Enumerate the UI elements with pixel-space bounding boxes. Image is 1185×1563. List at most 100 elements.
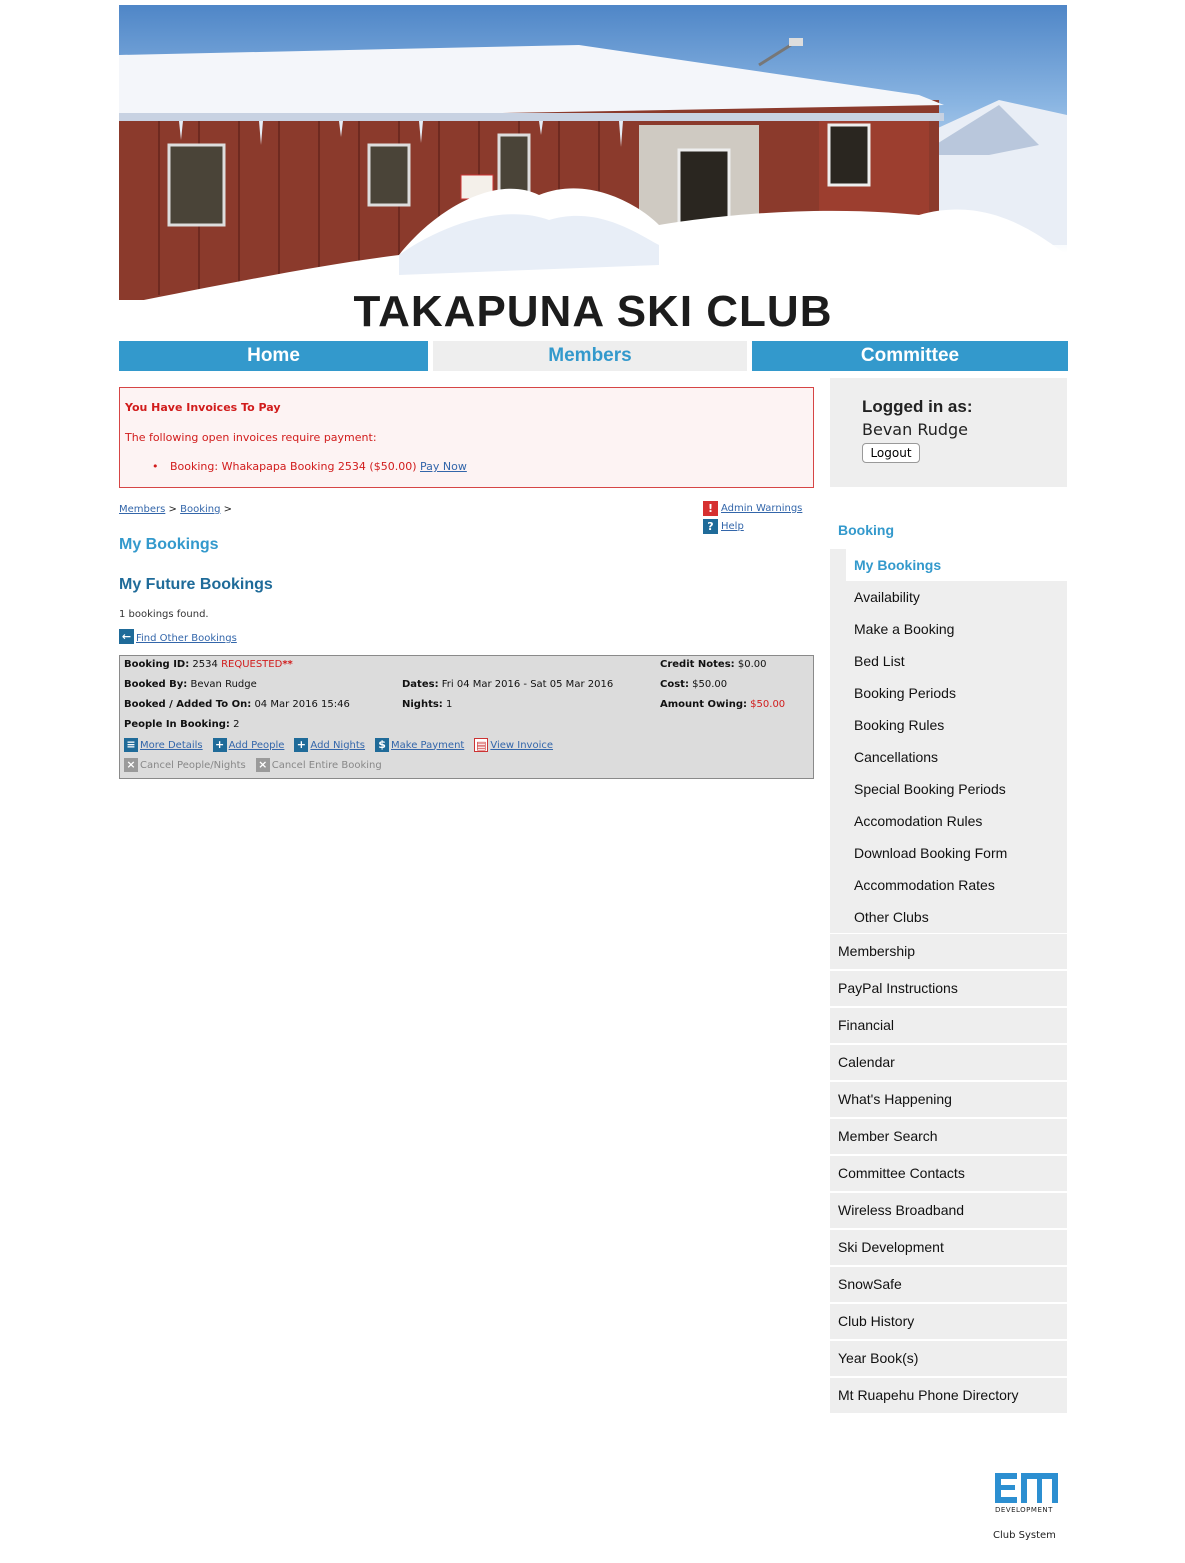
breadcrumb-booking-link[interactable]: Booking (180, 504, 220, 515)
sidebar-item-what-s-happening[interactable]: What's Happening (830, 1082, 1067, 1117)
admin-warnings-link[interactable]: Admin Warnings (721, 503, 802, 514)
pay-now-link[interactable]: Pay Now (420, 460, 467, 473)
add-people-button[interactable]: + Add People (212, 738, 285, 752)
bookings-found-count: 1 bookings found. (119, 609, 209, 620)
nav-tab-members[interactable]: Members (433, 341, 747, 371)
document-icon: ≡ (124, 738, 138, 752)
invoice-alert-title: You Have Invoices To Pay (125, 401, 281, 414)
more-details-link[interactable]: More Details (140, 740, 203, 751)
amount-owing: Amount Owing: $50.00 (660, 699, 785, 710)
breadcrumb-separator: > (168, 504, 177, 515)
sidebar-item-club-history[interactable]: Club History (830, 1304, 1067, 1339)
sidebar-subitem-make-a-booking[interactable]: Make a Booking (846, 613, 1067, 645)
sidebar-subitem-download-booking-form[interactable]: Download Booking Form (846, 837, 1067, 869)
cancel-entire-booking-button[interactable]: × Cancel Entire Booking (255, 758, 382, 772)
credit-value: $0.00 (737, 659, 767, 670)
nav-tab-committee[interactable]: Committee (752, 341, 1068, 371)
booking-id-value: 2534 (192, 659, 218, 670)
add-nights-button[interactable]: + Add Nights (294, 738, 365, 752)
sidebar-subitem-accommodation-rates[interactable]: Accommodation Rates (846, 869, 1067, 901)
nav-tab-home[interactable]: Home (119, 341, 428, 371)
booked-by-label: Booked By: (124, 679, 188, 690)
invoice-alert-text: The following open invoices require paym… (125, 431, 377, 444)
more-details-button[interactable]: ≡ More Details (124, 738, 203, 752)
people-in-booking: People In Booking: 2 (124, 719, 239, 730)
sidebar-subitem-booking-periods[interactable]: Booking Periods (846, 677, 1067, 709)
find-other-bookings-link[interactable]: Find Other Bookings (136, 633, 237, 644)
sidebar-heading-booking[interactable]: Booking (838, 522, 894, 538)
owing-label: Amount Owing: (660, 699, 747, 710)
booking-status-mark: ** (282, 659, 293, 670)
sidebar-subitem-cancellations[interactable]: Cancellations (846, 741, 1067, 773)
sidebar-item-membership[interactable]: Membership (830, 934, 1067, 969)
find-other-bookings[interactable]: ← Find Other Bookings (119, 629, 237, 644)
booking-cost: Cost: $50.00 (660, 679, 727, 690)
sidebar-item-paypal-instructions[interactable]: PayPal Instructions (830, 971, 1067, 1006)
booking-status: REQUESTED (221, 659, 283, 670)
make-payment-link[interactable]: Make Payment (391, 740, 464, 751)
booking-card: Booking ID: 2534 REQUESTED** Booked By: … (119, 655, 814, 779)
sidebar-item-calendar[interactable]: Calendar (830, 1045, 1067, 1080)
booking-id-label: Booking ID: (124, 659, 190, 670)
warning-icon: ! (703, 500, 718, 516)
cost-label: Cost: (660, 679, 689, 690)
admin-warnings-row[interactable]: ! Admin Warnings (703, 499, 802, 517)
sidebar-item-member-search[interactable]: Member Search (830, 1119, 1067, 1154)
add-nights-link[interactable]: Add Nights (310, 740, 365, 751)
cancel-people-nights-button[interactable]: × Cancel People/Nights (124, 758, 246, 772)
plus-icon: + (212, 738, 227, 752)
page-title: My Bookings (119, 536, 219, 553)
booking-actions: ≡ More Details + Add People + Add Nights… (124, 738, 563, 752)
header-banner: TAKAPUNA SKI CLUB (119, 5, 1067, 336)
people-label: People In Booking: (124, 719, 230, 730)
credit-label: Credit Notes: (660, 659, 735, 670)
booking-nights: Nights: 1 (402, 699, 452, 710)
view-invoice-button[interactable]: ▤ View Invoice (474, 738, 553, 752)
make-payment-button[interactable]: $ Make Payment (375, 738, 464, 752)
sidebar-item-year-book-s[interactable]: Year Book(s) (830, 1341, 1067, 1376)
breadcrumb: Members > Booking > (119, 504, 232, 515)
invoice-item-text: Booking: Whakapapa Booking 2534 ($50.00) (170, 460, 417, 473)
banner-title: TAKAPUNA SKI CLUB (353, 287, 833, 336)
dates-value: Fri 04 Mar 2016 - Sat 05 Mar 2016 (441, 679, 614, 690)
sidebar-subitem-other-clubs[interactable]: Other Clubs (846, 901, 1067, 933)
sidebar-subitem-special-booking-periods[interactable]: Special Booking Periods (846, 773, 1067, 805)
sidebar-subitem-booking-rules[interactable]: Booking Rules (846, 709, 1067, 741)
sidebar-subitem-accomodation-rules[interactable]: Accomodation Rules (846, 805, 1067, 837)
sidebar-item-mt-ruapehu-phone-directory[interactable]: Mt Ruapehu Phone Directory (830, 1378, 1067, 1413)
cancel-entire-booking-label: Cancel Entire Booking (271, 759, 382, 771)
credit-notes: Credit Notes: $0.00 (660, 659, 766, 670)
sidebar-item-snowsafe[interactable]: SnowSafe (830, 1267, 1067, 1302)
pdf-icon: ▤ (474, 738, 489, 752)
nights-value: 1 (446, 699, 453, 710)
added-value: 04 Mar 2016 15:46 (254, 699, 350, 710)
footer-development-text: DEVELOPMENT (995, 1506, 1053, 1514)
sidebar-item-wireless-broadband[interactable]: Wireless Broadband (830, 1193, 1067, 1228)
sidebar-subitem-availability[interactable]: Availability (846, 581, 1067, 613)
dollar-icon: $ (375, 738, 390, 752)
close-icon: × (255, 758, 270, 772)
sidebar-subitem-my-bookings[interactable]: My Bookings (846, 549, 1067, 581)
view-invoice-link[interactable]: View Invoice (490, 740, 553, 751)
added-label: Booked / Added To On: (124, 699, 252, 710)
cost-value: $50.00 (692, 679, 728, 690)
help-row[interactable]: ? Help (703, 517, 802, 535)
sidebar-item-financial[interactable]: Financial (830, 1008, 1067, 1043)
sidebar-item-ski-development[interactable]: Ski Development (830, 1230, 1067, 1265)
logged-in-label: Logged in as: (862, 397, 973, 416)
bullet-icon: • (152, 460, 159, 473)
booked-by: Booked By: Bevan Rudge (124, 679, 257, 690)
plus-icon: + (294, 738, 309, 752)
logged-in-user: Bevan Rudge (862, 420, 969, 439)
sidebar-item-committee-contacts[interactable]: Committee Contacts (830, 1156, 1067, 1191)
sidebar-subitem-bed-list[interactable]: Bed List (846, 645, 1067, 677)
add-people-link[interactable]: Add People (229, 740, 285, 751)
booking-cancel-actions: × Cancel People/Nights × Cancel Entire B… (124, 758, 392, 772)
help-link[interactable]: Help (721, 521, 744, 532)
breadcrumb-members-link[interactable]: Members (119, 504, 165, 515)
nights-label: Nights: (402, 699, 443, 710)
future-bookings-title: My Future Bookings (119, 576, 273, 593)
login-box: Logged in as: Bevan Rudge Logout (830, 378, 1067, 487)
logout-button[interactable]: Logout (862, 443, 920, 463)
dates-label: Dates: (402, 679, 439, 690)
